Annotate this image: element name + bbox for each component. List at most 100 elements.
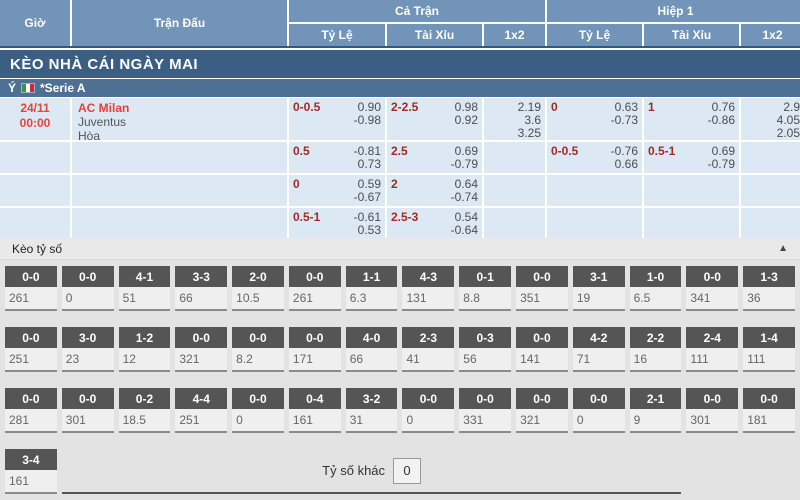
score-cell: 0-00 <box>573 388 625 433</box>
score-button[interactable]: 4-0 <box>346 327 398 348</box>
score-button[interactable]: 2-4 <box>686 327 738 348</box>
score-button[interactable]: 2-3 <box>402 327 454 348</box>
ft-handicap-cell[interactable]: 00.59-0.67 <box>289 175 385 206</box>
score-button[interactable]: 0-0 <box>516 266 568 287</box>
score-cell: 0-0321 <box>516 388 568 433</box>
score-button[interactable]: 4-3 <box>402 266 454 287</box>
score-button[interactable]: 3-2 <box>346 388 398 409</box>
score-odds: 171 <box>289 348 341 366</box>
score-button[interactable]: 0-0 <box>402 388 454 409</box>
away-team-name: Juventus <box>78 115 283 129</box>
other-score-cell: Tỷ số khác0 <box>62 449 682 494</box>
score-button[interactable]: 2-0 <box>232 266 284 287</box>
h1-overunder-cell[interactable]: 0.5-10.69-0.79 <box>644 142 739 173</box>
score-button[interactable]: 0-0 <box>516 327 568 348</box>
score-button[interactable]: 2-2 <box>630 327 682 348</box>
ft-handicap-cell[interactable]: 0.5-0.810.73 <box>289 142 385 173</box>
h1-overunder-cell[interactable]: 10.76-0.86 <box>644 98 739 140</box>
score-button[interactable]: 2-1 <box>630 388 682 409</box>
col-header-ft-handicap: Tỷ Lệ <box>289 24 385 46</box>
score-row: 0-02810-03010-218.54-42510-000-41613-231… <box>5 388 795 433</box>
match-kickoff-time: 00:00 <box>4 116 66 131</box>
score-button[interactable]: 0-0 <box>5 266 57 287</box>
score-button[interactable]: 0-3 <box>459 327 511 348</box>
score-button[interactable]: 0-4 <box>289 388 341 409</box>
odds-values: 0.980.92 <box>455 100 478 138</box>
score-button[interactable]: 0-1 <box>459 266 511 287</box>
handicap-line-label: 0 <box>551 100 558 138</box>
score-button[interactable]: 0-0 <box>5 327 57 348</box>
score-button[interactable]: 0-0 <box>62 266 114 287</box>
score-button[interactable]: 4-1 <box>119 266 171 287</box>
ft-handicap-cell[interactable]: 0.5-1-0.610.53 <box>289 208 385 238</box>
score-button[interactable]: 4-2 <box>573 327 625 348</box>
col-header-match: Trận Đấu <box>72 0 287 46</box>
score-button[interactable]: 1-2 <box>119 327 171 348</box>
section-title-bar: KÈO NHÀ CÁI NGÀY MAI <box>0 50 800 78</box>
score-cell: 0-00 <box>402 388 454 433</box>
score-cell: 1-06.5 <box>630 266 682 311</box>
odds-value: -0.73 <box>611 114 638 127</box>
handicap-line-label: 0.5-1 <box>648 144 675 171</box>
odds-row: 0.5-1-0.610.532.5-30.54-0.64 <box>0 208 800 238</box>
h1-handicap-cell <box>547 208 642 238</box>
score-button[interactable]: 0-0 <box>232 388 284 409</box>
score-cell: 3-231 <box>346 388 398 433</box>
col-header-h1-1x2: 1x2 <box>741 24 800 46</box>
score-cell: 0-0261 <box>289 266 341 311</box>
score-button[interactable]: 4-4 <box>175 388 227 409</box>
score-odds: 261 <box>5 287 57 305</box>
score-button[interactable]: 3-0 <box>62 327 114 348</box>
odds-values: 0.63-0.73 <box>611 100 638 138</box>
score-button[interactable]: 0-0 <box>573 388 625 409</box>
h1-1x2-cell[interactable]: 2.94.052.05 <box>741 98 800 140</box>
score-button[interactable]: 1-4 <box>743 327 795 348</box>
score-odds: 301 <box>62 409 114 427</box>
h1-1x2-cell <box>741 142 800 173</box>
collapse-arrow-icon[interactable]: ▲ <box>778 243 788 254</box>
handicap-line-label: 0-0.5 <box>293 100 320 138</box>
score-button[interactable]: 0-0 <box>175 327 227 348</box>
score-cell: 2-341 <box>402 327 454 372</box>
score-button[interactable]: 1-3 <box>743 266 795 287</box>
score-button[interactable]: 0-0 <box>5 388 57 409</box>
ft-overunder-cell[interactable]: 2.50.69-0.79 <box>387 142 482 173</box>
score-cell: 0-08.2 <box>232 327 284 372</box>
ft-overunder-cell[interactable]: 20.64-0.74 <box>387 175 482 206</box>
score-button[interactable]: 0-0 <box>289 266 341 287</box>
score-button[interactable]: 0-0 <box>289 327 341 348</box>
ft-1x2-cell[interactable]: 2.193.63.25 <box>484 98 545 140</box>
score-odds: 19 <box>573 287 625 305</box>
score-button[interactable]: 3-4 <box>5 449 57 470</box>
score-odds: 251 <box>5 348 57 366</box>
score-button[interactable]: 0-0 <box>743 388 795 409</box>
score-button[interactable]: 3-1 <box>573 266 625 287</box>
score-button[interactable]: 1-1 <box>346 266 398 287</box>
score-odds: 12 <box>119 348 171 366</box>
h1-handicap-cell <box>547 175 642 206</box>
ft-handicap-cell[interactable]: 0-0.50.90-0.98 <box>289 98 385 140</box>
ft-overunder-cell[interactable]: 2.5-30.54-0.64 <box>387 208 482 238</box>
match-time-cell: 24/1100:00 <box>0 98 70 140</box>
score-cell: 0-0351 <box>516 266 568 311</box>
score-button[interactable]: 3-3 <box>175 266 227 287</box>
league-row[interactable]: Ý *Serie A <box>0 78 800 98</box>
ft-overunder-cell[interactable]: 2-2.50.980.92 <box>387 98 482 140</box>
h1-handicap-cell[interactable]: 0-0.5-0.760.66 <box>547 142 642 173</box>
h1-handicap-cell[interactable]: 0 0.63-0.73 <box>547 98 642 140</box>
score-button[interactable]: 0-0 <box>232 327 284 348</box>
score-odds: 16 <box>630 348 682 366</box>
score-odds: 181 <box>743 409 795 427</box>
score-button[interactable]: 0-0 <box>686 388 738 409</box>
odds-value: -0.79 <box>708 158 735 171</box>
score-button[interactable]: 0-0 <box>686 266 738 287</box>
other-score-input[interactable]: 0 <box>393 458 421 484</box>
score-button[interactable]: 1-0 <box>630 266 682 287</box>
score-button[interactable]: 0-0 <box>459 388 511 409</box>
score-button[interactable]: 0-0 <box>62 388 114 409</box>
odds-values: 2.94.052.05 <box>745 100 800 140</box>
score-cell: 1-212 <box>119 327 171 372</box>
odds-value: -0.64 <box>451 224 478 237</box>
score-button[interactable]: 0-2 <box>119 388 171 409</box>
score-button[interactable]: 0-0 <box>516 388 568 409</box>
